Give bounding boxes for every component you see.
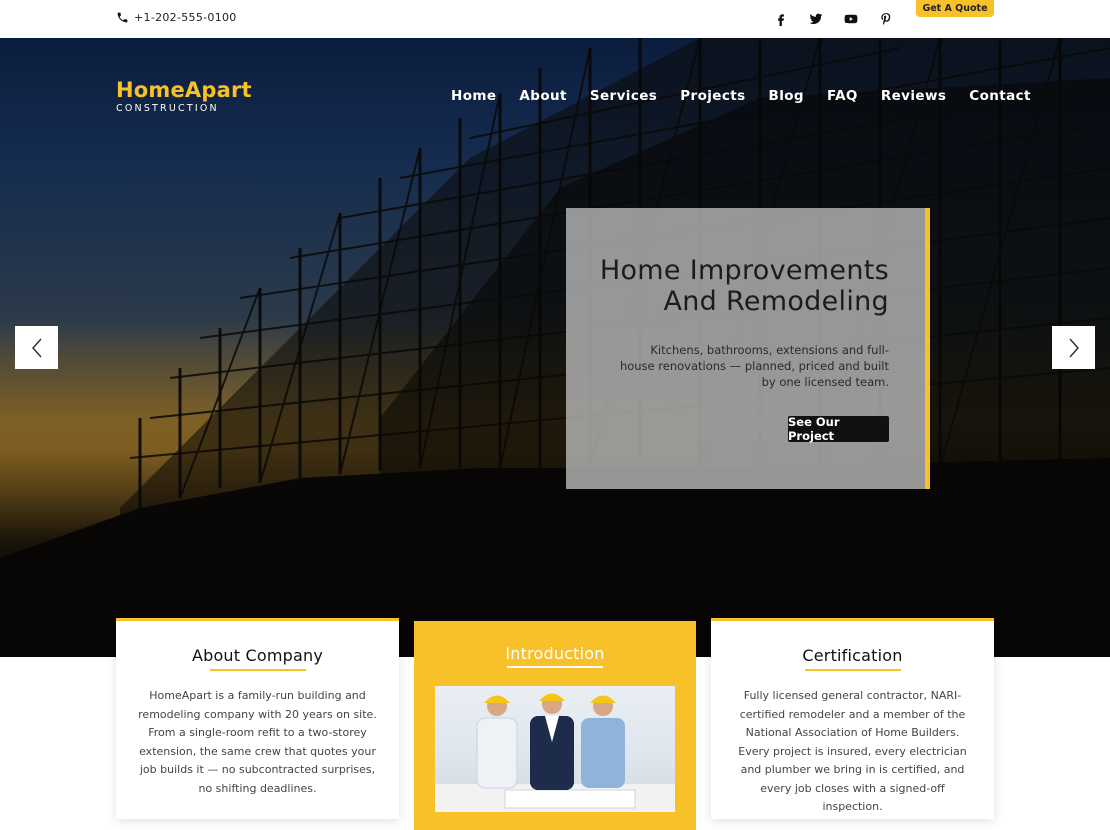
slider-prev-button[interactable]: [15, 326, 58, 369]
chevron-left-icon: [31, 338, 42, 357]
slide-title: Home Improvements And Remodeling: [600, 255, 889, 317]
introduction-card: Introduction: [414, 621, 696, 830]
top-bar: +1-202-555-0100 Get A Quote: [0, 0, 1110, 38]
slide-title-line2: And Remodeling: [663, 286, 889, 317]
title-underline: [507, 666, 603, 668]
about-company-card: About Company HomeApart is a family-run …: [116, 618, 399, 819]
social-links: [773, 11, 894, 27]
nav-about[interactable]: About: [519, 88, 566, 104]
engineers-image: [435, 686, 675, 812]
slide-caption-box: Home Improvements And Remodeling Kitchen…: [566, 208, 930, 489]
cert-card-title: Certification: [802, 646, 903, 665]
see-our-project-button[interactable]: See Our Project: [788, 415, 889, 443]
about-card-title: About Company: [191, 646, 324, 665]
slide-title-line1: Home Improvements: [599, 255, 889, 286]
certification-card: Certification Fully licensed general con…: [711, 618, 994, 819]
title-underline: [804, 669, 901, 671]
logo-tagline: CONSTRUCTION: [116, 103, 219, 114]
intro-card-title: Introduction: [505, 644, 605, 663]
phone-icon: [117, 12, 128, 23]
nav-faq[interactable]: FAQ: [827, 88, 858, 104]
nav-services[interactable]: Services: [590, 88, 657, 104]
about-card-text: HomeApart is a family-run building and r…: [138, 689, 377, 795]
site-logo[interactable]: HomeApart CONSTRUCTION: [116, 78, 252, 114]
cert-card-text: Fully licensed general contractor, NARI-…: [738, 689, 967, 813]
get-quote-button[interactable]: Get A Quote: [916, 0, 994, 17]
nav-reviews[interactable]: Reviews: [881, 88, 946, 104]
title-underline: [209, 669, 306, 671]
twitter-icon[interactable]: [808, 11, 824, 27]
nav-contact[interactable]: Contact: [969, 88, 1031, 104]
nav-projects[interactable]: Projects: [680, 88, 745, 104]
hero-background-image: [0, 38, 1110, 657]
nav-blog[interactable]: Blog: [769, 88, 804, 104]
phone-number: +1-202-555-0100: [134, 11, 237, 24]
logo-title: HomeApart: [116, 78, 252, 102]
chevron-right-icon: [1068, 338, 1079, 357]
facebook-icon[interactable]: [773, 11, 789, 27]
youtube-icon[interactable]: [843, 11, 859, 27]
slider-next-button[interactable]: [1052, 326, 1095, 369]
slide-description: Kitchens, bathrooms, extensions and full…: [619, 343, 889, 389]
hero-slider: HomeApart CONSTRUCTION Home About Servic…: [0, 38, 1110, 657]
phone-contact[interactable]: +1-202-555-0100: [116, 11, 237, 24]
main-navigation: Home About Services Projects Blog FAQ Re…: [451, 88, 1031, 104]
nav-home[interactable]: Home: [451, 88, 496, 104]
pinterest-icon[interactable]: [878, 11, 894, 27]
